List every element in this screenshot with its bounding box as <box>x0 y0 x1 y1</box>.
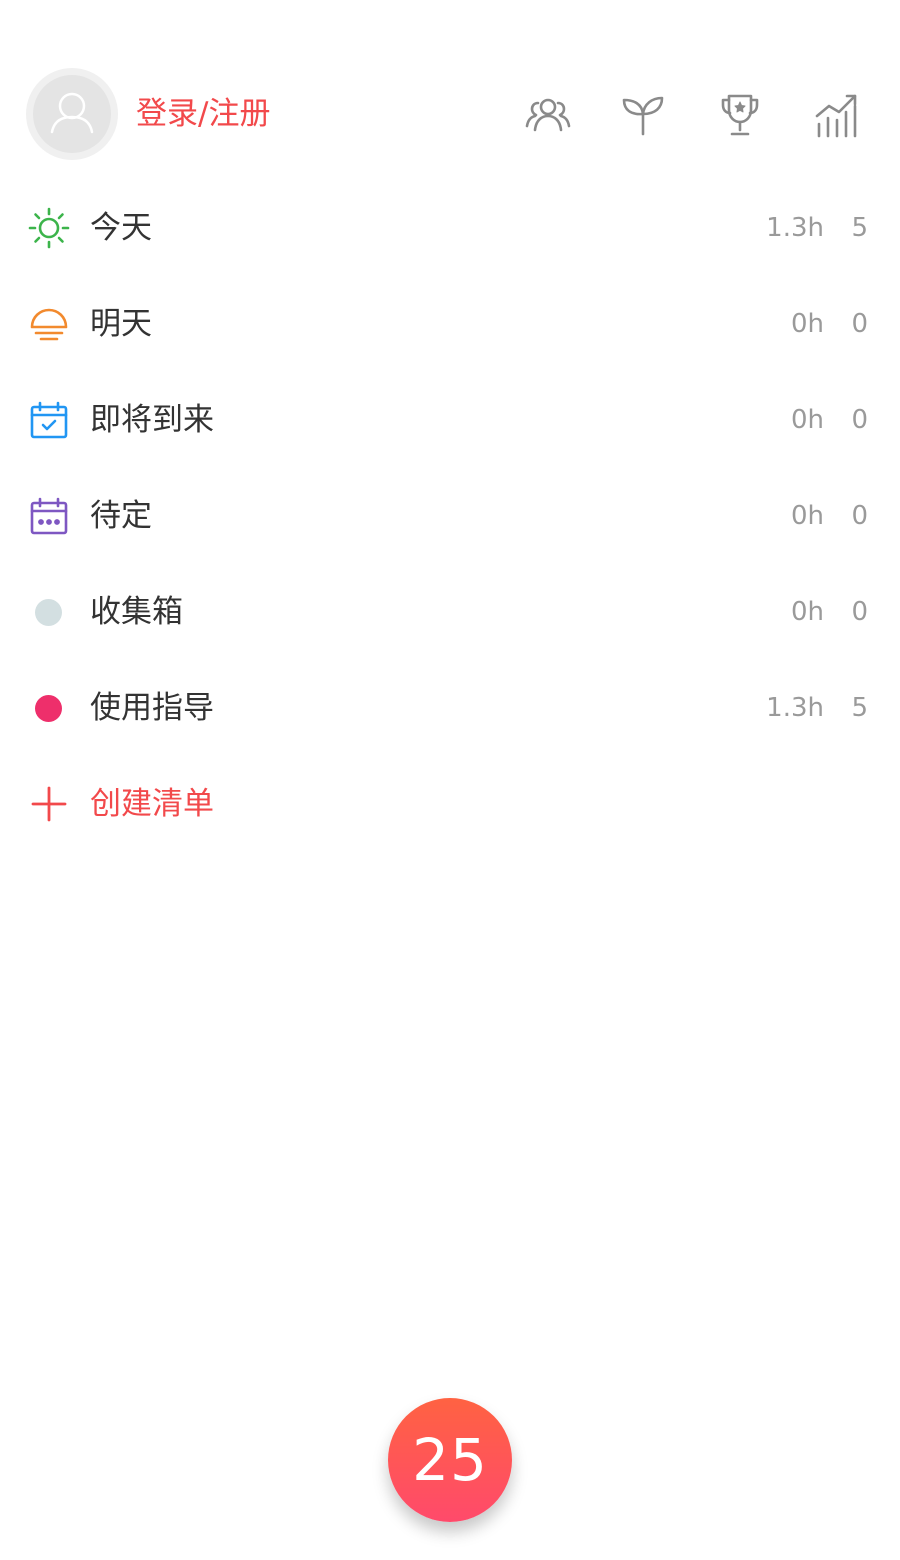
menu-item-label: 待定 <box>90 498 152 534</box>
pomodoro-timer-value: 25 <box>412 1426 488 1494</box>
create-list-button[interactable]: 创建清单 <box>0 756 900 852</box>
menu-item-hours: 0h <box>790 501 824 531</box>
menu-item-count: 5 <box>851 693 868 723</box>
menu-item-count: 0 <box>851 501 868 531</box>
menu-item-label: 明天 <box>90 306 152 342</box>
menu-item-inbox[interactable]: 收集箱 0h 0 <box>0 564 900 660</box>
menu-item-hours: 0h <box>790 309 824 339</box>
create-list-label: 创建清单 <box>90 786 214 822</box>
team-icon[interactable] <box>523 90 573 140</box>
menu-item-pending[interactable]: 待定 0h 0 <box>0 468 900 564</box>
trophy-icon[interactable] <box>715 90 765 140</box>
login-register-link[interactable]: 登录/注册 <box>136 92 270 136</box>
menu-item-tomorrow[interactable]: 明天 0h 0 <box>0 276 900 372</box>
pomodoro-timer-button[interactable]: 25 <box>388 1398 512 1522</box>
user-placeholder-icon <box>33 75 111 153</box>
menu-item-guide[interactable]: 使用指导 1.3h 5 <box>0 660 900 756</box>
menu-item-label: 使用指导 <box>90 690 214 726</box>
stats-icon[interactable] <box>811 90 861 140</box>
menu-item-label: 收集箱 <box>90 594 183 630</box>
menu-item-label: 今天 <box>90 210 152 246</box>
menu-item-count: 0 <box>851 405 868 435</box>
plus-icon <box>28 783 70 825</box>
menu-item-count: 5 <box>851 213 868 243</box>
drawer-header: 登录/注册 <box>0 68 900 160</box>
calendar-dots-icon <box>28 495 70 537</box>
menu-item-label: 即将到来 <box>90 402 214 438</box>
menu-item-count: 0 <box>851 309 868 339</box>
calendar-check-icon <box>28 399 70 441</box>
menu-item-hours: 0h <box>790 597 824 627</box>
sun-icon <box>28 207 70 249</box>
avatar[interactable] <box>26 68 118 160</box>
sunset-icon <box>28 303 70 345</box>
gray-dot-icon <box>35 599 62 626</box>
sprout-icon[interactable] <box>618 90 668 140</box>
menu-item-hours: 1.3h <box>766 693 824 723</box>
menu-item-hours: 1.3h <box>766 213 824 243</box>
menu-item-hours: 0h <box>790 405 824 435</box>
menu-item-today[interactable]: 今天 1.3h 5 <box>0 180 900 276</box>
menu-item-count: 0 <box>851 597 868 627</box>
menu-item-upcoming[interactable]: 即将到来 0h 0 <box>0 372 900 468</box>
pink-dot-icon <box>35 695 62 722</box>
